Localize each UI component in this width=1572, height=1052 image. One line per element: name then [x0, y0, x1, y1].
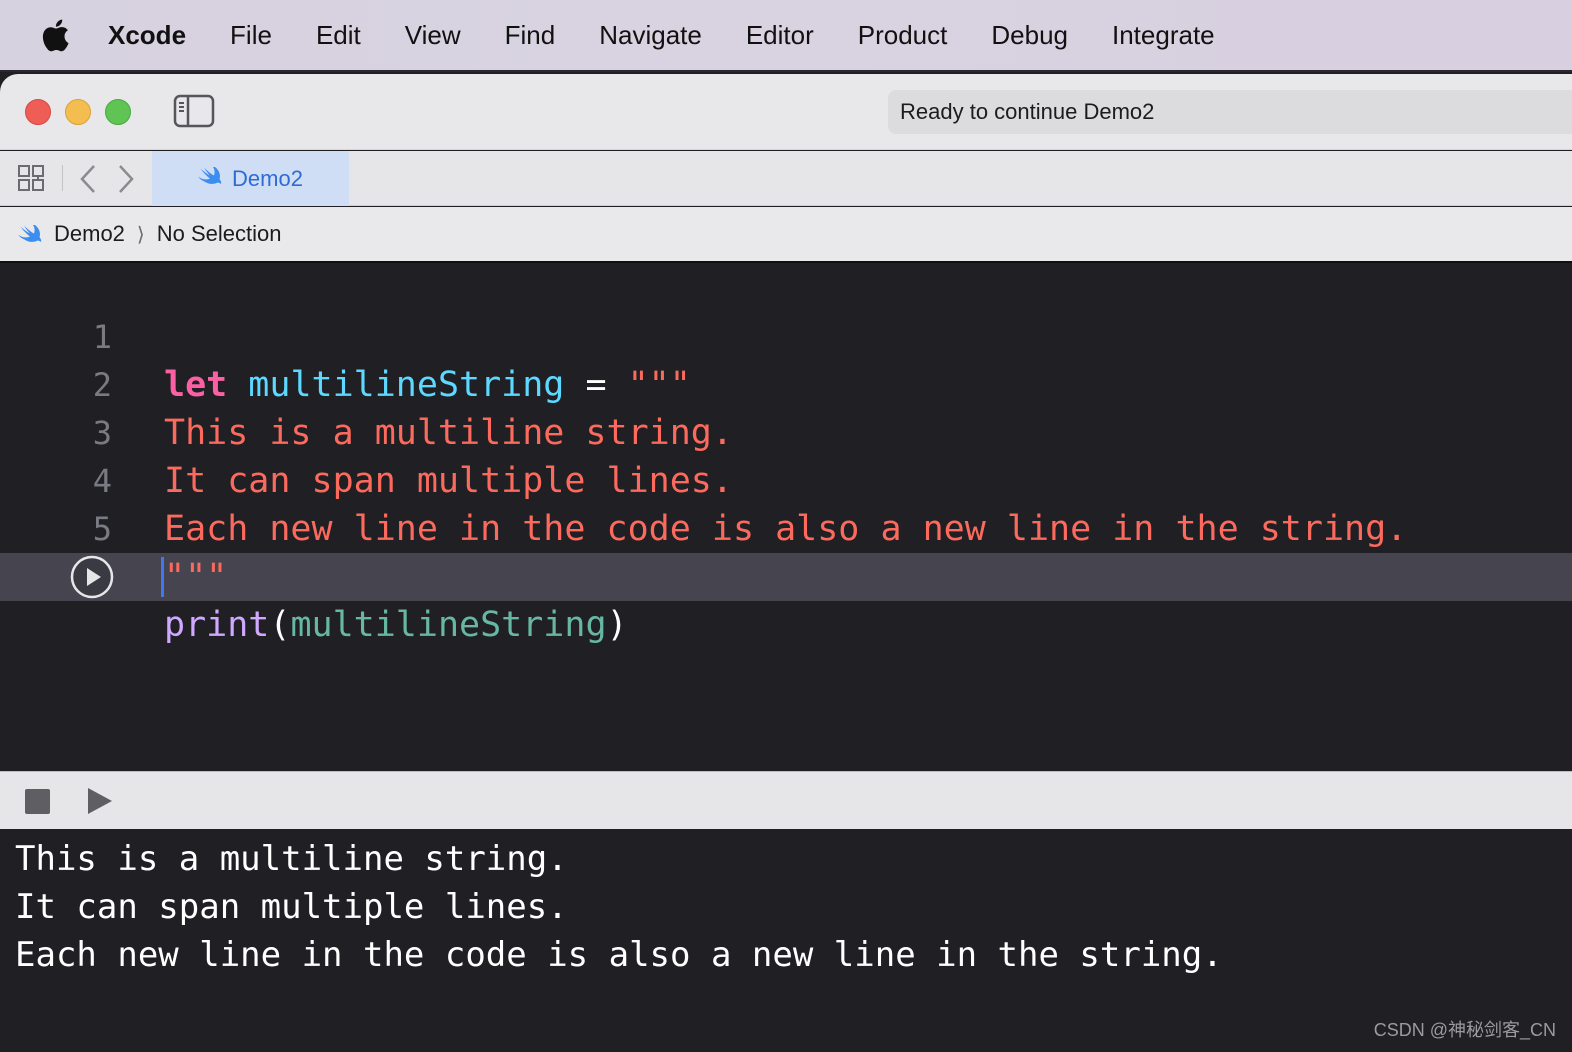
paren-open: (: [269, 605, 291, 645]
jumpbar-project[interactable]: Demo2: [54, 221, 125, 247]
menu-integrate[interactable]: Integrate: [1112, 0, 1215, 71]
menu-bar: Xcode File Edit View Find Navigate Edito…: [0, 0, 1572, 72]
activity-status-field: Ready to continue Demo2: [888, 90, 1572, 134]
sidebar-toggle-icon[interactable]: [173, 94, 215, 128]
menu-app-name[interactable]: Xcode: [108, 0, 186, 71]
swift-icon: [18, 223, 44, 245]
console-output[interactable]: This is a multiline string. It can span …: [0, 829, 1572, 1052]
menu-navigate[interactable]: Navigate: [599, 0, 702, 71]
play-icon[interactable]: [86, 786, 114, 816]
menu-edit[interactable]: Edit: [316, 0, 361, 71]
zoom-window-button[interactable]: [105, 99, 131, 125]
menu-view[interactable]: View: [405, 0, 461, 71]
tab-bar: Demo2: [0, 151, 1572, 206]
jump-bar: Demo2 ⟩ No Selection: [0, 207, 1572, 263]
menu-debug[interactable]: Debug: [991, 0, 1068, 71]
console-line: This is a multiline string.: [15, 839, 568, 879]
code-line-4[interactable]: 4 Each new line in the code is also a ne…: [0, 409, 1572, 549]
minimize-window-button[interactable]: [65, 99, 91, 125]
string-delimiter: """: [164, 557, 228, 597]
apple-icon[interactable]: [40, 18, 70, 52]
menu-file[interactable]: File: [230, 0, 272, 71]
stop-icon[interactable]: [25, 789, 50, 814]
close-window-button[interactable]: [25, 99, 51, 125]
menu-product[interactable]: Product: [858, 0, 948, 71]
code-editor[interactable]: 1 let multilineString = """ 2 This is a …: [0, 265, 1572, 771]
menu-editor[interactable]: Editor: [746, 0, 814, 71]
code-text: print(multilineString): [164, 601, 628, 649]
related-items-grid-icon[interactable]: [17, 164, 45, 192]
debug-bar: [0, 771, 1572, 829]
paren-close: ): [606, 605, 628, 645]
code-line-6[interactable]: 6 print(multilineString): [0, 505, 1572, 645]
code-line-3[interactable]: 3 It can span multiple lines.: [0, 361, 1572, 501]
function-name: print: [164, 605, 270, 645]
run-playground-button[interactable]: [70, 555, 114, 599]
jumpbar-selection[interactable]: No Selection: [157, 221, 282, 247]
chevron-right-icon[interactable]: [116, 163, 136, 195]
chevron-left-icon[interactable]: [78, 163, 98, 195]
breadcrumb-separator-icon: ⟩: [136, 223, 145, 246]
tab-demo2[interactable]: Demo2: [152, 151, 349, 206]
swift-icon: [198, 165, 224, 192]
code-line-1[interactable]: 1 let multilineString = """: [0, 265, 1572, 405]
variable-reference: multilineString: [290, 605, 607, 645]
text-cursor: [161, 557, 164, 597]
code-line-2[interactable]: 2 This is a multiline string.: [0, 313, 1572, 453]
tab-label: Demo2: [232, 165, 303, 191]
menu-find[interactable]: Find: [505, 0, 556, 71]
current-line-highlight: [0, 553, 1572, 601]
window-toolbar: Ready to continue Demo2: [0, 74, 1572, 150]
console-line: It can span multiple lines.: [15, 887, 568, 927]
nav-separator: [62, 165, 63, 191]
code-line-5[interactable]: 5 """: [0, 457, 1572, 597]
console-line: Each new line in the code is also a new …: [15, 935, 1223, 975]
watermark: CSDN @神秘剑客_CN: [1373, 1020, 1556, 1040]
